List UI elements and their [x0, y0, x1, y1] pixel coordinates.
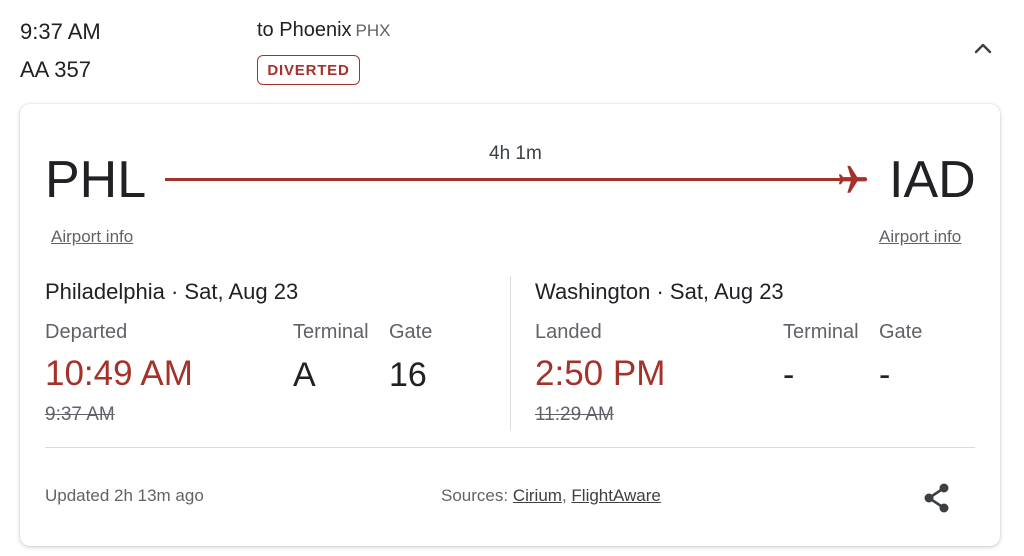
departure-scheduled-time: 9:37 AM [45, 404, 115, 425]
departure-terminal-label: Terminal [293, 321, 369, 343]
status-badge: DIVERTED [257, 55, 360, 85]
source-link-flightaware[interactable]: FlightAware [571, 486, 660, 505]
arrival-gate-label: Gate [879, 321, 923, 343]
destination-airport-info-link[interactable]: Airport info [879, 227, 961, 247]
flight-number: AA 357 [20, 57, 91, 82]
destination-heading: to Phoenix PHX [257, 19, 390, 42]
source-link-cirium[interactable]: Cirium [513, 486, 562, 505]
origin-airport-info-link[interactable]: Airport info [51, 227, 133, 247]
landed-label: Landed [535, 321, 602, 343]
departure-time: 9:37 AM [20, 19, 101, 44]
share-icon [924, 483, 949, 513]
arrival-scheduled-time: 11:29 AM [535, 404, 614, 425]
departure-gate-value: 16 [389, 356, 427, 394]
airplane-icon [838, 165, 868, 193]
column-divider [510, 276, 511, 430]
departure-gate-label: Gate [389, 321, 433, 343]
route-line [165, 178, 842, 181]
arrival-gate-value: - [879, 356, 891, 394]
destination-code: PHX [355, 21, 391, 40]
origin-code: PHL [45, 151, 147, 209]
destination-airport-code: IAD [889, 151, 976, 209]
sources-separator: , [561, 486, 567, 505]
sources-label: Sources: [441, 486, 509, 505]
updated-text: Updated 2h 13m ago [45, 486, 204, 505]
arrival-city-date: Washington · Sat, Aug 23 [535, 279, 784, 304]
departure-actual-time: 10:49 AM [45, 354, 193, 393]
flight-duration: 4h 1m [489, 143, 542, 164]
departed-label: Departed [45, 321, 128, 343]
arrival-actual-time: 2:50 PM [535, 354, 666, 393]
arrival-terminal-label: Terminal [783, 321, 859, 343]
sources: Sources: Cirium, FlightAware [441, 486, 661, 506]
chevron-up-icon [974, 43, 992, 54]
departure-terminal-value: A [293, 356, 316, 394]
arrival-terminal-value: - [783, 356, 795, 394]
footer-divider [45, 447, 975, 448]
share-button[interactable] [916, 478, 956, 518]
collapse-button[interactable] [966, 34, 1000, 62]
departure-city-date: Philadelphia · Sat, Aug 23 [45, 279, 299, 304]
destination-text: to Phoenix [257, 19, 352, 41]
